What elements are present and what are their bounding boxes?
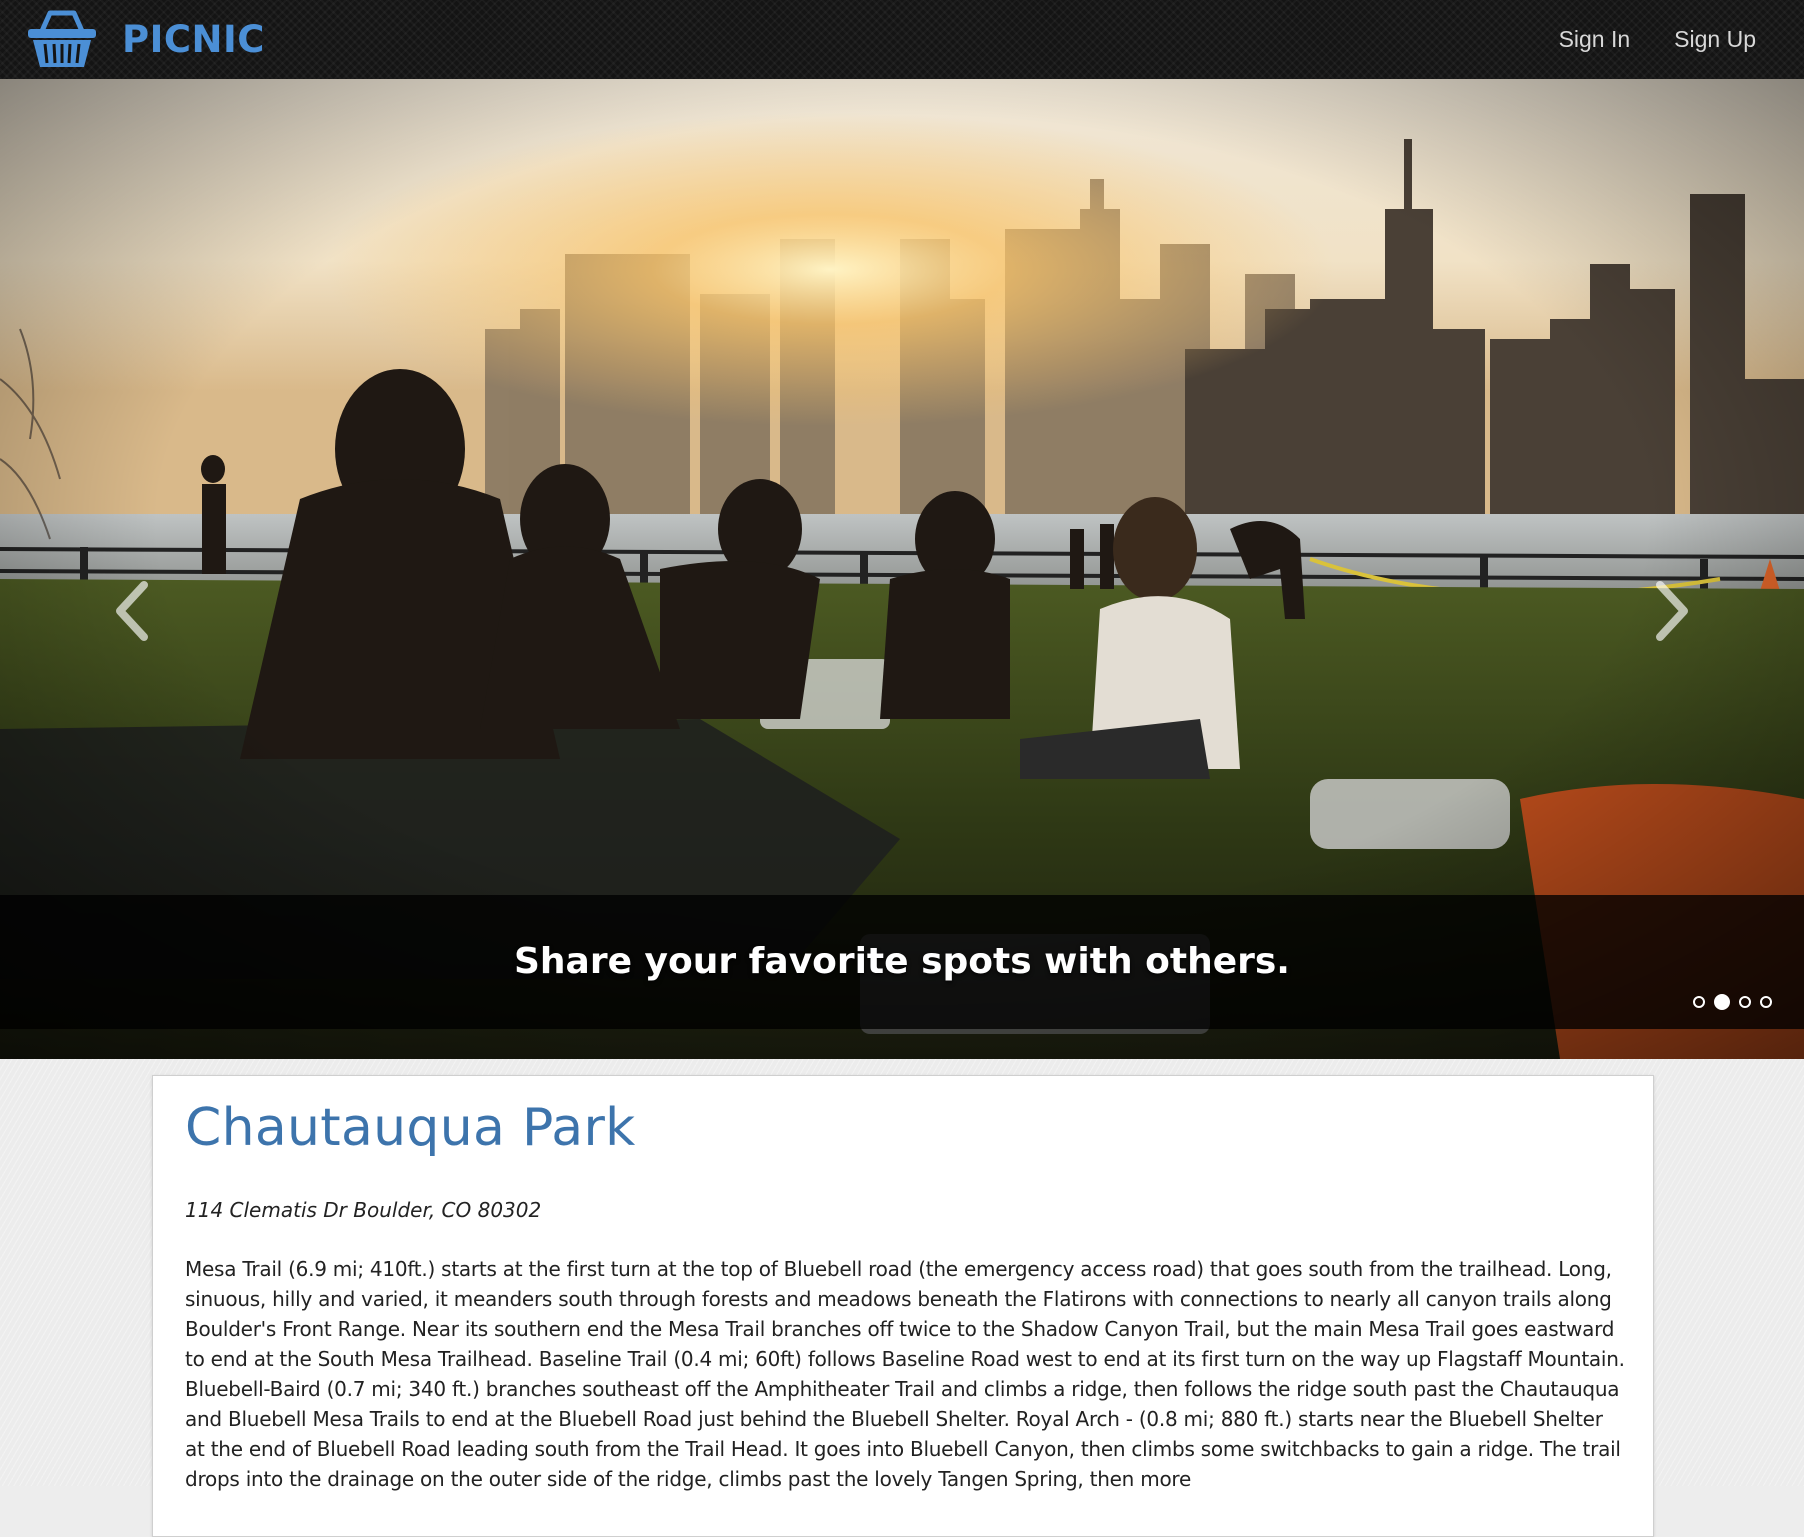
chevron-left-icon	[104, 571, 164, 651]
auth-links: Sign In Sign Up	[1515, 0, 1756, 79]
carousel-indicator-4[interactable]	[1760, 996, 1772, 1008]
carousel-indicator-2[interactable]	[1714, 994, 1730, 1010]
carousel-indicator-1[interactable]	[1693, 996, 1705, 1008]
carousel-caption: Share your favorite spots with others.	[514, 941, 1290, 982]
chevron-right-icon	[1640, 571, 1700, 651]
park-address: 114 Clematis Dr Boulder, CO 80302	[185, 1198, 542, 1222]
carousel-next-button[interactable]	[1640, 571, 1700, 651]
brand-name: PICNIC	[122, 17, 265, 61]
carousel-indicators	[1693, 994, 1772, 1010]
park-description: Mesa Trail (6.9 mi; 410ft.) starts at th…	[185, 1257, 1625, 1491]
park-detail-card: Chautauqua Park 114 Clematis Dr Boulder,…	[152, 1075, 1654, 1537]
picnic-basket-icon	[26, 9, 98, 69]
hero-carousel: Share your favorite spots with others.	[0, 79, 1804, 1059]
sign-up-link[interactable]: Sign Up	[1674, 26, 1756, 53]
carousel-caption-bar: Share your favorite spots with others.	[0, 895, 1804, 1029]
sign-in-link[interactable]: Sign In	[1559, 26, 1631, 53]
carousel-prev-button[interactable]	[104, 571, 164, 651]
brand-home-link[interactable]: PICNIC	[26, 8, 265, 70]
park-title: Chautauqua Park	[185, 1098, 636, 1158]
carousel-indicator-3[interactable]	[1739, 996, 1751, 1008]
top-navbar: PICNIC Sign In Sign Up	[0, 0, 1804, 80]
